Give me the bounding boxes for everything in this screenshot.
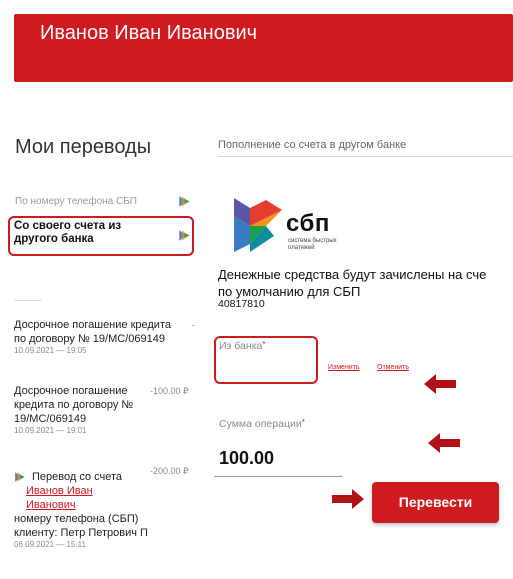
history-item[interactable]: Досрочное погашение кредита по договору … (14, 318, 179, 355)
sbp-logo-icon (234, 198, 282, 252)
nav-item-other-bank[interactable]: Со своего счета из другого банка (14, 220, 164, 246)
bank-field-label: Из банка* (219, 340, 265, 352)
bank-label-text: Из банка (219, 340, 263, 352)
arrow-left-icon (428, 433, 460, 453)
history-amount: -200.00 ₽ (150, 466, 189, 476)
cancel-bank-link[interactable]: Отменить (377, 364, 409, 371)
required-mark: * (262, 340, 266, 349)
sidebar-divider (14, 300, 42, 301)
sbp-icon (179, 196, 190, 207)
sbp-logo-text: сбп (286, 210, 330, 237)
change-bank-link[interactable]: Изменить (328, 364, 360, 371)
arrow-right-icon (332, 489, 364, 509)
amount-input[interactable]: 100.00 (219, 448, 274, 469)
tab-underline (218, 156, 513, 157)
sbp-icon (179, 230, 190, 241)
info-text: Денежные средства будут зачислены на сче (218, 267, 487, 282)
arrow-left-icon (424, 374, 456, 394)
history-title-row: Перевод со счета (14, 470, 154, 484)
history-title: Досрочное погашение кредита по договору … (14, 385, 134, 425)
required-mark: * (301, 418, 305, 427)
history-details: номеру телефона (СБП) клиенту: Петр Петр… (14, 513, 148, 539)
sbp-subtitle-line1: система быстрых (288, 238, 337, 244)
history-item[interactable]: Досрочное погашение кредита по договору … (14, 384, 146, 435)
info-text-2: по умолчанию для СБП (218, 284, 361, 299)
history-amount: -100.00 ₽ (150, 386, 189, 396)
nav-item-sbp-phone[interactable]: По номеру телефона СБП (15, 196, 137, 207)
history-date: 10.09.2021 — 19:01 (14, 426, 87, 435)
sbp-logo-subtitle: система быстрых платежей (288, 238, 337, 252)
transfer-button[interactable]: Перевести (372, 482, 499, 523)
history-date: 06.09.2021 — 15:11 (14, 540, 86, 549)
sbp-icon (15, 472, 25, 482)
amount-underline (214, 476, 342, 477)
amount-label-text: Сумма операции (219, 418, 302, 430)
account-number: 40817810 (218, 298, 265, 310)
history-title: Перевод со счета (32, 471, 123, 483)
user-name: Иванов Иван Иванович (40, 22, 258, 44)
history-item[interactable]: Перевод со счета Иванов Иван Иванович но… (14, 470, 154, 549)
history-amount: - (192, 320, 195, 330)
history-date: 10.09.2021 — 19:05 (14, 346, 87, 355)
amount-field-label: Сумма операции* (219, 418, 305, 430)
history-title: Досрочное погашение кредита по договору … (14, 319, 171, 345)
tab-top-up-other-bank[interactable]: Пополнение со счета в другом банке (218, 139, 406, 151)
sbp-subtitle-line2: платежей (288, 245, 315, 251)
recipient-link[interactable]: Иванов Иван Иванович (14, 484, 106, 512)
sidebar-title: Мои переводы (15, 136, 152, 158)
